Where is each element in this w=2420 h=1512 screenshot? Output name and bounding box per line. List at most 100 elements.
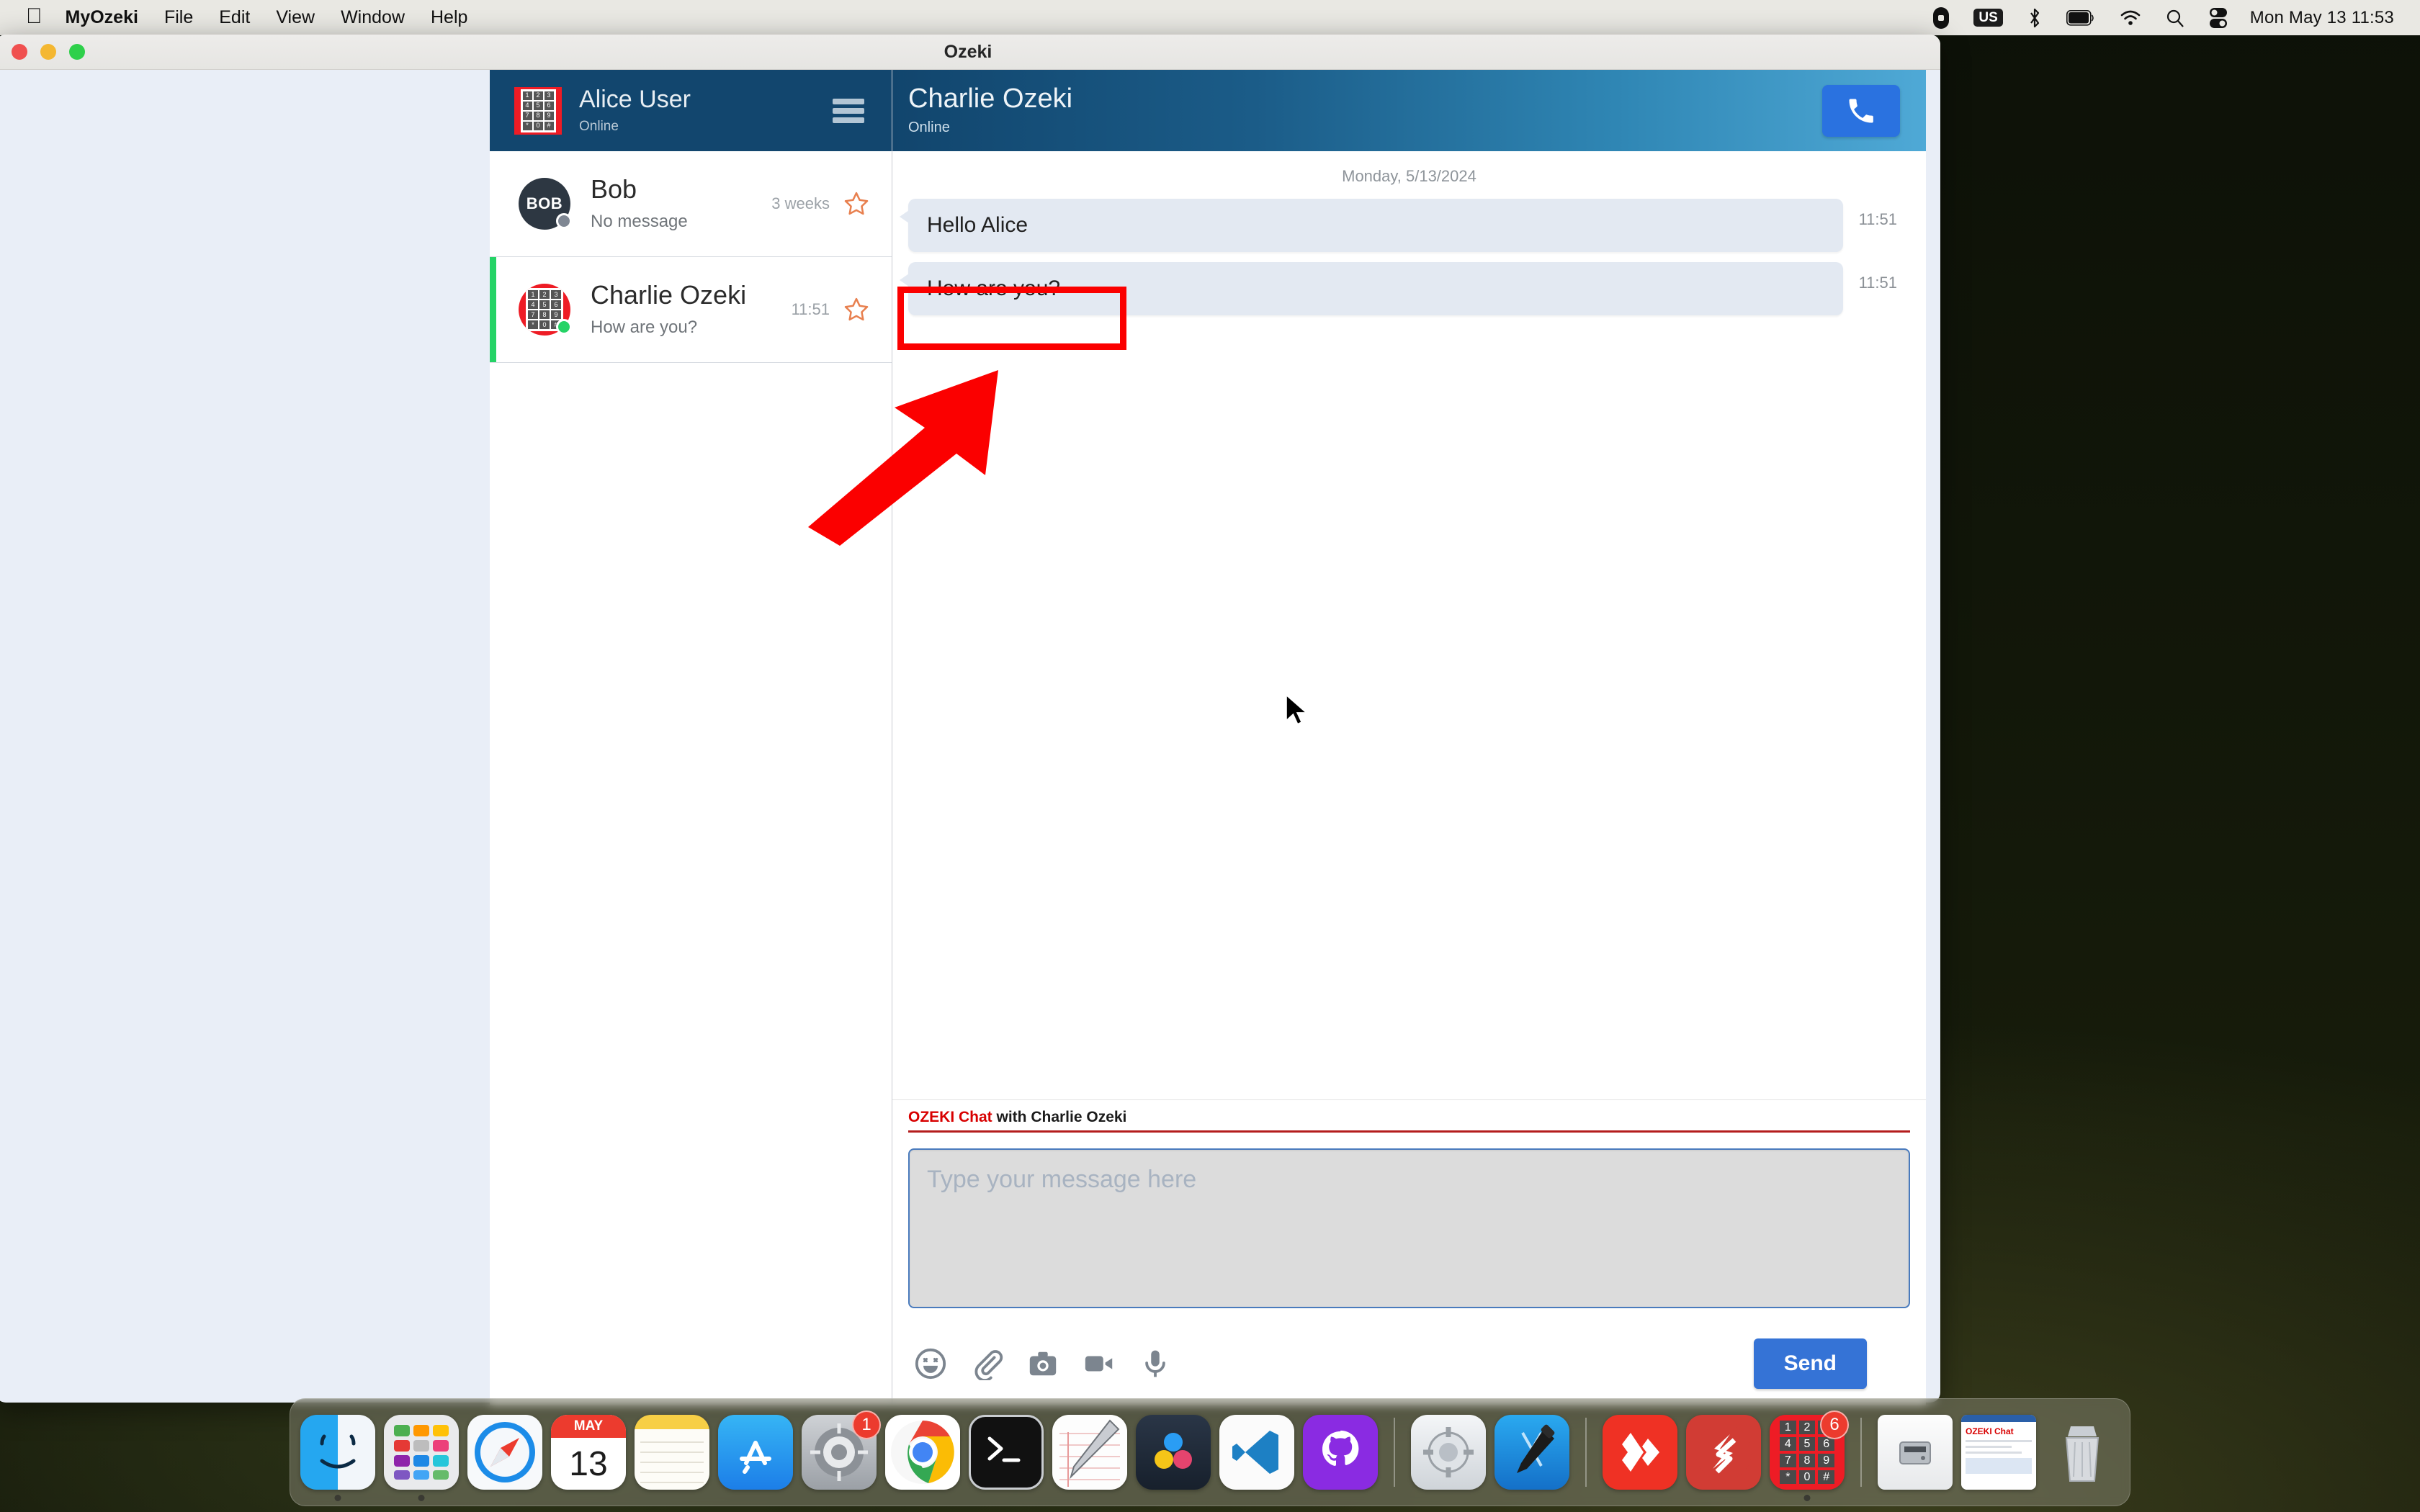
favorite-star-icon[interactable]: [843, 190, 870, 217]
dock-item-anydesk[interactable]: [1603, 1415, 1677, 1490]
contact-preview: No message: [591, 211, 688, 231]
composer-toolbar: Send: [908, 1331, 1910, 1397]
menu-bar-clock[interactable]: Mon May 13 11:53: [2240, 8, 2401, 28]
running-indicator: [1803, 1495, 1811, 1501]
dock-item-visual-studio-code[interactable]: [1219, 1415, 1294, 1490]
calendar-month: MAY: [551, 1415, 626, 1438]
composer-brand: OZEKI Chat: [908, 1109, 992, 1125]
badge-count: 6: [1820, 1410, 1849, 1439]
calendar-day: 13: [569, 1444, 608, 1483]
chat-contact-name: Charlie Ozeki: [908, 84, 1073, 114]
contact-preview: How are you?: [591, 317, 698, 337]
dock-item-ozeki-phone[interactable]: 123 456 789 *0# 6: [1770, 1410, 1849, 1501]
safari-icon: [467, 1415, 542, 1490]
ozeki-keypad-logo-icon: 123 456 789 *0#: [514, 86, 562, 135]
control-center-pill-icon[interactable]: [1921, 0, 1961, 35]
control-center-icon[interactable]: [2197, 0, 2240, 35]
contact-info: Charlie Ozeki How are you?: [591, 282, 792, 338]
attachment-icon[interactable]: [970, 1347, 1003, 1380]
composer-label: OZEKI Chat with Charlie Ozeki: [908, 1100, 1910, 1133]
dock-item-calendar[interactable]: MAY 13: [551, 1415, 626, 1490]
menu-item-app[interactable]: MyOzeki: [53, 0, 151, 35]
dock-item-terminal[interactable]: [969, 1415, 1044, 1490]
dock-item-disk-image[interactable]: [1878, 1415, 1953, 1490]
dock-item-ozeki-chat-window[interactable]: OZEKI Chat: [1961, 1415, 2036, 1490]
contact-meta: 11:51: [792, 296, 870, 323]
dock-separator: [1585, 1418, 1587, 1487]
wifi-icon[interactable]: [2107, 0, 2154, 35]
dock-item-ozeki-sip[interactable]: [1686, 1415, 1761, 1490]
presence-dot-offline: [556, 213, 572, 229]
menu-item-file[interactable]: File: [151, 0, 206, 35]
avatar: 123 456 789 *0#: [519, 284, 572, 336]
emoji-icon[interactable]: [914, 1347, 947, 1380]
menu-bar-left:  MyOzeki File Edit View Window Help: [0, 0, 480, 35]
menu-bar:  MyOzeki File Edit View Window Help US …: [0, 0, 2420, 35]
running-indicator: [418, 1495, 425, 1501]
keyboard-layout-icon[interactable]: US: [1961, 0, 2015, 35]
terminal-icon: [969, 1415, 1044, 1490]
menu-item-help[interactable]: Help: [418, 0, 480, 35]
message-bubble[interactable]: Hello Alice: [900, 199, 1843, 252]
menu-item-edit[interactable]: Edit: [206, 0, 263, 35]
call-button[interactable]: [1822, 84, 1900, 137]
dock-item-finder[interactable]: [300, 1415, 375, 1501]
avatar: BOB: [519, 178, 572, 230]
presence-dot-online: [556, 319, 572, 335]
notes-icon: [635, 1415, 709, 1490]
dock-item-chrome[interactable]: [885, 1415, 960, 1490]
dock-item-disk-utility[interactable]: [1411, 1415, 1486, 1490]
dock-item-trash[interactable]: [2045, 1415, 2120, 1490]
bluetooth-icon[interactable]: [2015, 0, 2054, 35]
phone-icon: [1849, 99, 1873, 122]
trash-icon: [2045, 1415, 2120, 1490]
dock-item-xcode[interactable]: [1494, 1415, 1569, 1490]
menu-item-window[interactable]: Window: [328, 0, 418, 35]
contact-row-bob[interactable]: BOB Bob No message 3 weeks: [490, 151, 892, 257]
message-time: 11:51: [1858, 210, 1897, 228]
message-list: Monday, 5/13/2024 Hello Alice 11:51 How …: [892, 151, 1926, 1099]
chat-header: Charlie Ozeki Online: [892, 70, 1926, 151]
send-button[interactable]: Send: [1753, 1338, 1867, 1389]
ozeki-chat-tile-title: OZEKI Chat: [1966, 1426, 2014, 1436]
message-row: How are you? 11:51: [892, 262, 1926, 315]
dock-item-app-store[interactable]: [718, 1415, 793, 1490]
chat-contact: Charlie Ozeki Online: [908, 84, 1073, 136]
running-indicator: [334, 1495, 341, 1501]
message-bubble-highlighted[interactable]: How are you?: [900, 262, 1843, 315]
composer-tools: [908, 1347, 1172, 1380]
dock-item-safari[interactable]: [467, 1415, 542, 1490]
message-row: Hello Alice 11:51: [892, 199, 1926, 252]
message-input[interactable]: [908, 1148, 1910, 1308]
current-user-name: Alice User: [579, 86, 691, 114]
video-icon[interactable]: [1083, 1347, 1116, 1380]
contact-row-charlie-ozeki[interactable]: 123 456 789 *0# Charlie Ozeki How are yo…: [490, 257, 892, 363]
dock-item-system-preferences[interactable]: 1: [802, 1410, 881, 1490]
contacts-sidebar: 123 456 789 * 0 # Alice User Online BOB …: [490, 70, 892, 1405]
camera-icon[interactable]: [1026, 1347, 1059, 1380]
search-icon[interactable]: [2154, 0, 2197, 35]
anydesk-icon: [1603, 1415, 1677, 1490]
contact-meta: 3 weeks: [771, 190, 870, 217]
app-body: 123 456 789 * 0 # Alice User Online BOB …: [490, 70, 1926, 1405]
current-user: Alice User Online: [579, 86, 691, 134]
contact-time: 11:51: [791, 300, 830, 318]
hamburger-menu-icon[interactable]: [833, 98, 864, 123]
dock-item-github-desktop[interactable]: [1303, 1415, 1378, 1490]
visual-studio-code-icon: [1219, 1415, 1294, 1490]
menu-item-view[interactable]: View: [263, 0, 328, 35]
github-desktop-icon: [1303, 1415, 1378, 1490]
launchpad-icon: [384, 1415, 459, 1490]
dock-item-launchpad[interactable]: [384, 1415, 459, 1501]
composer-subject: with Charlie Ozeki: [992, 1109, 1127, 1125]
apple-menu-icon[interactable]: : [22, 0, 53, 37]
dock-item-notes[interactable]: [635, 1415, 709, 1490]
dock-separator: [1860, 1418, 1862, 1487]
dock-item-textedit[interactable]: [1052, 1415, 1127, 1490]
app-store-icon: [718, 1415, 793, 1490]
chrome-icon: [885, 1415, 960, 1490]
battery-icon[interactable]: [2054, 0, 2107, 35]
dock-item-davinci-resolve[interactable]: [1136, 1415, 1211, 1490]
microphone-icon[interactable]: [1139, 1347, 1172, 1380]
favorite-star-icon[interactable]: [843, 296, 870, 323]
